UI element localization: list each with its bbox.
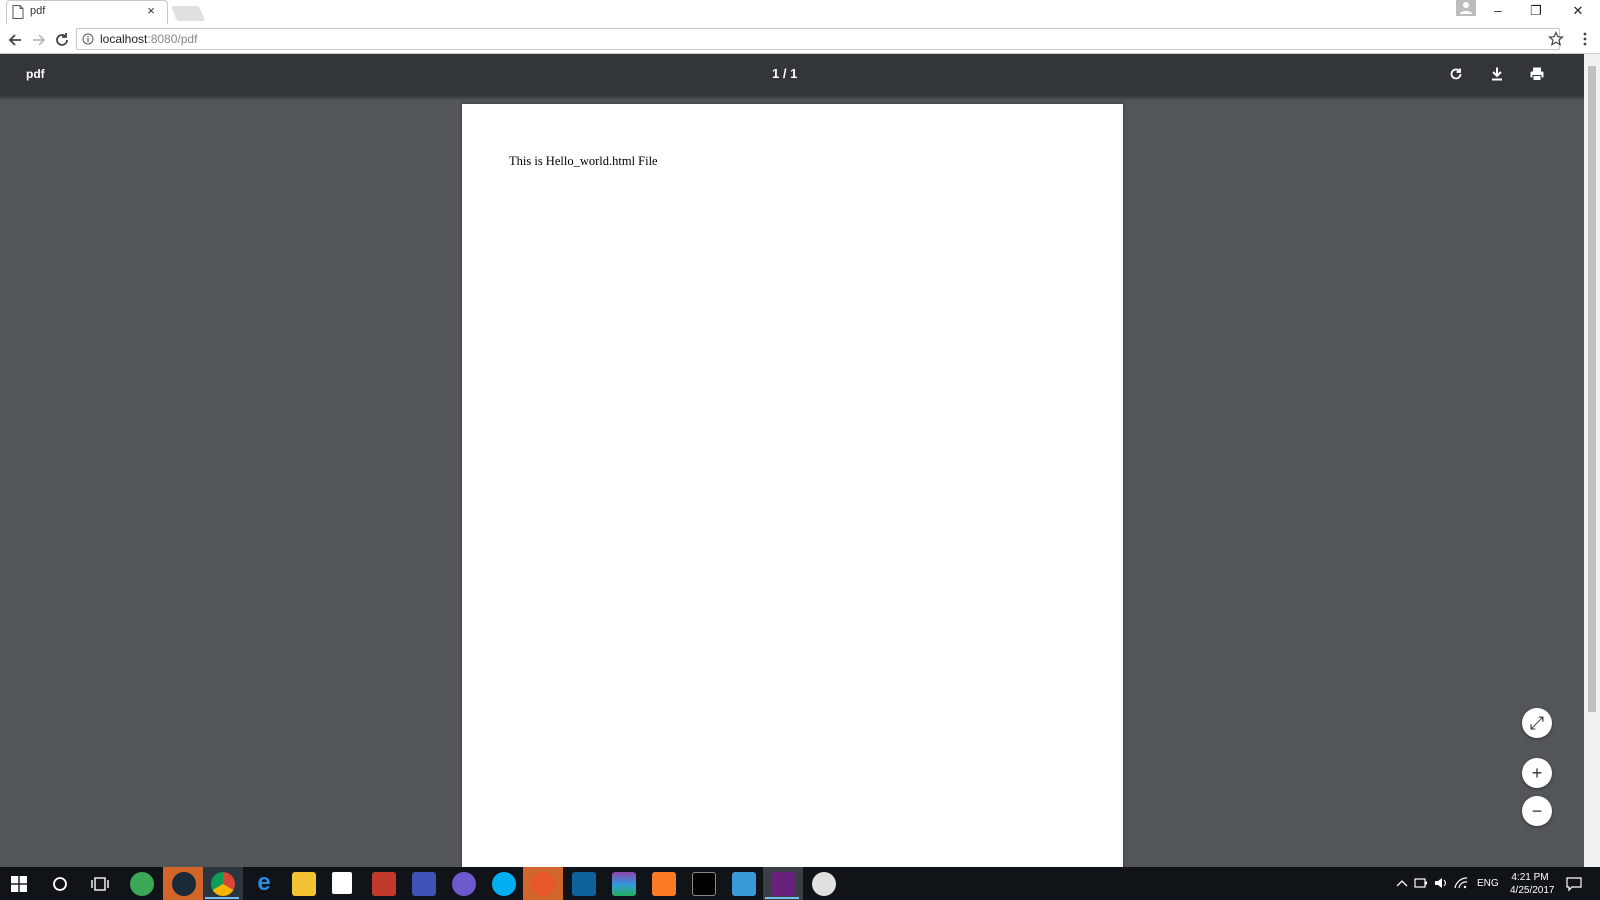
- restore-button[interactable]: ❐: [1524, 2, 1548, 20]
- cortana-button[interactable]: [52, 876, 68, 892]
- skype-icon[interactable]: [492, 872, 516, 896]
- action-center-button[interactable]: [1566, 876, 1582, 892]
- task-view-icon: [91, 877, 109, 891]
- rotate-button[interactable]: [1448, 66, 1464, 82]
- reload-button[interactable]: [53, 31, 71, 49]
- visual-studio-icon: [771, 872, 795, 896]
- document-icon: [12, 5, 24, 19]
- rotate-icon: [1450, 68, 1462, 80]
- address-url: localhost:8080/pdf: [100, 32, 197, 46]
- fit-page-button[interactable]: ⤢: [1522, 708, 1552, 738]
- browser-menu-button[interactable]: [1580, 31, 1590, 47]
- windows-logo-icon: [11, 876, 27, 892]
- download-icon: [1492, 67, 1502, 81]
- site-info-icon[interactable]: [82, 33, 94, 45]
- chevron-up-icon: [1396, 880, 1408, 887]
- profile-button[interactable]: [1456, 0, 1476, 16]
- clock[interactable]: 4:21 PM 4/25/2017: [1510, 871, 1555, 897]
- wifi-icon[interactable]: [1454, 877, 1468, 889]
- print-icon: [1530, 67, 1544, 81]
- show-hidden-icons-button[interactable]: [1396, 878, 1408, 888]
- bookmark-star-button[interactable]: [1548, 31, 1564, 47]
- remote-desktop-icon[interactable]: [732, 872, 756, 896]
- pdf-page: [462, 104, 1123, 867]
- chrome-icon: [211, 872, 235, 896]
- zoom-out-button[interactable]: −: [1522, 796, 1552, 826]
- arrow-right-icon: [33, 34, 46, 46]
- task-view-button[interactable]: [91, 876, 109, 892]
- vscode-icon[interactable]: [572, 872, 596, 896]
- app-circle-icon[interactable]: [452, 872, 476, 896]
- app-blue-icon[interactable]: [412, 872, 436, 896]
- zoom-in-button[interactable]: +: [1522, 758, 1552, 788]
- person-icon: [1460, 2, 1472, 14]
- address-bar[interactable]: [76, 28, 1560, 50]
- steam-icon: [172, 872, 196, 896]
- window-close-button[interactable]: ✕: [1566, 2, 1590, 20]
- browser-titlebar: [0, 0, 1600, 26]
- input-language[interactable]: ENG: [1477, 878, 1499, 889]
- terminal-icon[interactable]: [692, 872, 716, 896]
- page-indicator[interactable]: 1 / 1: [772, 66, 797, 81]
- minimize-button[interactable]: –: [1486, 2, 1510, 20]
- download-button[interactable]: [1489, 66, 1505, 82]
- clock-time: 4:21 PM: [1511, 872, 1549, 883]
- star-icon: [1548, 31, 1564, 46]
- scrollbar-thumb[interactable]: [1588, 66, 1596, 712]
- circle-icon: [53, 877, 67, 891]
- url-path: :8080/pdf: [147, 32, 198, 46]
- visual-studio-active-indicator: [765, 897, 799, 899]
- notification-icon: [1566, 877, 1582, 892]
- pdf-title: pdf: [26, 67, 45, 81]
- store-icon[interactable]: [332, 872, 352, 894]
- app-green-icon[interactable]: [130, 872, 154, 896]
- print-button[interactable]: [1529, 66, 1545, 82]
- paint-icon[interactable]: [812, 872, 836, 896]
- winrar-icon[interactable]: [612, 872, 636, 896]
- reload-icon: [56, 33, 68, 46]
- url-host: localhost: [100, 32, 148, 46]
- app-red-icon[interactable]: [372, 872, 396, 896]
- battery-icon[interactable]: [1414, 877, 1428, 889]
- chrome-active-indicator: [205, 897, 239, 899]
- tab-close-button[interactable]: ×: [144, 4, 158, 18]
- arrow-left-icon: [8, 34, 21, 46]
- volume-icon[interactable]: [1434, 877, 1448, 889]
- clock-date: 4/25/2017: [1510, 885, 1555, 896]
- start-button[interactable]: [11, 876, 27, 892]
- app-orange-icon: [531, 872, 555, 896]
- edge-icon[interactable]: e: [252, 871, 276, 896]
- xampp-icon[interactable]: [652, 872, 676, 896]
- kebab-menu-icon: [1583, 32, 1587, 46]
- forward-button[interactable]: [30, 31, 48, 49]
- new-tab-button[interactable]: [170, 6, 206, 21]
- pdf-page-text: This is Hello_world.html File: [509, 154, 658, 168]
- tab-title: pdf: [30, 5, 46, 17]
- file-explorer-icon[interactable]: [292, 872, 316, 896]
- back-button[interactable]: [6, 31, 24, 49]
